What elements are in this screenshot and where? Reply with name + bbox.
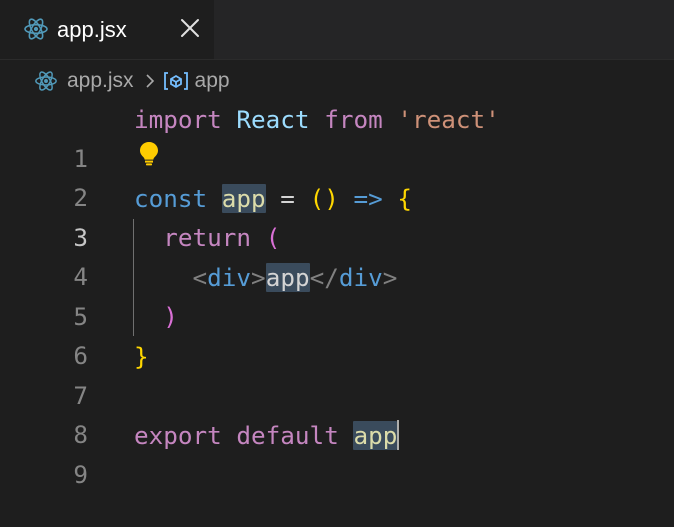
token-bracket: ( bbox=[265, 223, 281, 252]
code-line: 4 return ( bbox=[0, 218, 674, 291]
react-icon bbox=[35, 71, 57, 91]
text-cursor bbox=[397, 420, 400, 450]
code-line: 5 <div>app</div> bbox=[0, 258, 674, 331]
token-keyword: import bbox=[134, 105, 222, 134]
breadcrumb-symbol-label: app bbox=[194, 69, 230, 92]
close-icon[interactable] bbox=[177, 15, 203, 41]
token-operator: => bbox=[338, 184, 398, 213]
breadcrumb-file-label: app.jsx bbox=[67, 69, 134, 92]
token-highlighted-identifier: app bbox=[221, 184, 266, 213]
token-tag-bracket: < bbox=[192, 263, 208, 292]
token-keyword: export bbox=[134, 421, 222, 450]
token-bracket: ) bbox=[163, 302, 178, 331]
tab-app-jsx[interactable]: app.jsx bbox=[0, 0, 214, 59]
token-operator: = bbox=[265, 184, 310, 213]
symbol-variable-icon bbox=[163, 72, 188, 90]
code-line: 8 bbox=[0, 376, 674, 449]
code-editor[interactable]: 1 import React from 'react' 2 3 const ap… bbox=[0, 100, 674, 527]
tab-label: app.jsx bbox=[57, 17, 127, 42]
token-tag-name: div bbox=[338, 263, 383, 292]
line-number: 9 bbox=[73, 460, 88, 489]
breadcrumb-symbol[interactable]: app bbox=[162, 69, 230, 93]
token-highlighted-text: app bbox=[265, 263, 310, 292]
tab-bar: app.jsx bbox=[0, 0, 674, 60]
code-line: 2 bbox=[0, 139, 674, 212]
code-line: 3 const app = () => { bbox=[0, 179, 674, 252]
chevron-right-icon bbox=[145, 74, 154, 88]
editor-window: app.jsx app.jsx app 1 import React from … bbox=[0, 0, 674, 527]
lightbulb-icon[interactable] bbox=[137, 140, 161, 166]
token-highlighted-identifier: app bbox=[353, 421, 398, 450]
code-line: 6 ) bbox=[0, 297, 674, 370]
code-line: 1 import React from 'react' bbox=[0, 100, 674, 173]
token-keyword: default bbox=[236, 421, 339, 450]
code-line: 7 } bbox=[0, 337, 674, 410]
token-tag-bracket: > bbox=[251, 263, 266, 292]
token-string: 'react' bbox=[397, 105, 500, 134]
token-keyword: from bbox=[324, 105, 383, 134]
breadcrumb-file[interactable]: app.jsx bbox=[34, 69, 134, 93]
token-bracket: () bbox=[309, 184, 339, 213]
code-line: 9 export default app bbox=[0, 416, 674, 489]
token-keyword: return bbox=[163, 223, 252, 252]
indent-guide bbox=[133, 219, 134, 336]
token-keyword: const bbox=[134, 184, 208, 213]
token-tag-bracket: > bbox=[382, 263, 398, 292]
breadcrumb: app.jsx app bbox=[34, 66, 230, 96]
token-tag-name: div bbox=[207, 263, 252, 292]
token-identifier: React bbox=[236, 105, 310, 134]
react-icon bbox=[24, 18, 48, 40]
token-tag-bracket: </ bbox=[309, 263, 339, 292]
token-bracket: } bbox=[134, 342, 149, 371]
token-bracket: { bbox=[397, 184, 412, 213]
